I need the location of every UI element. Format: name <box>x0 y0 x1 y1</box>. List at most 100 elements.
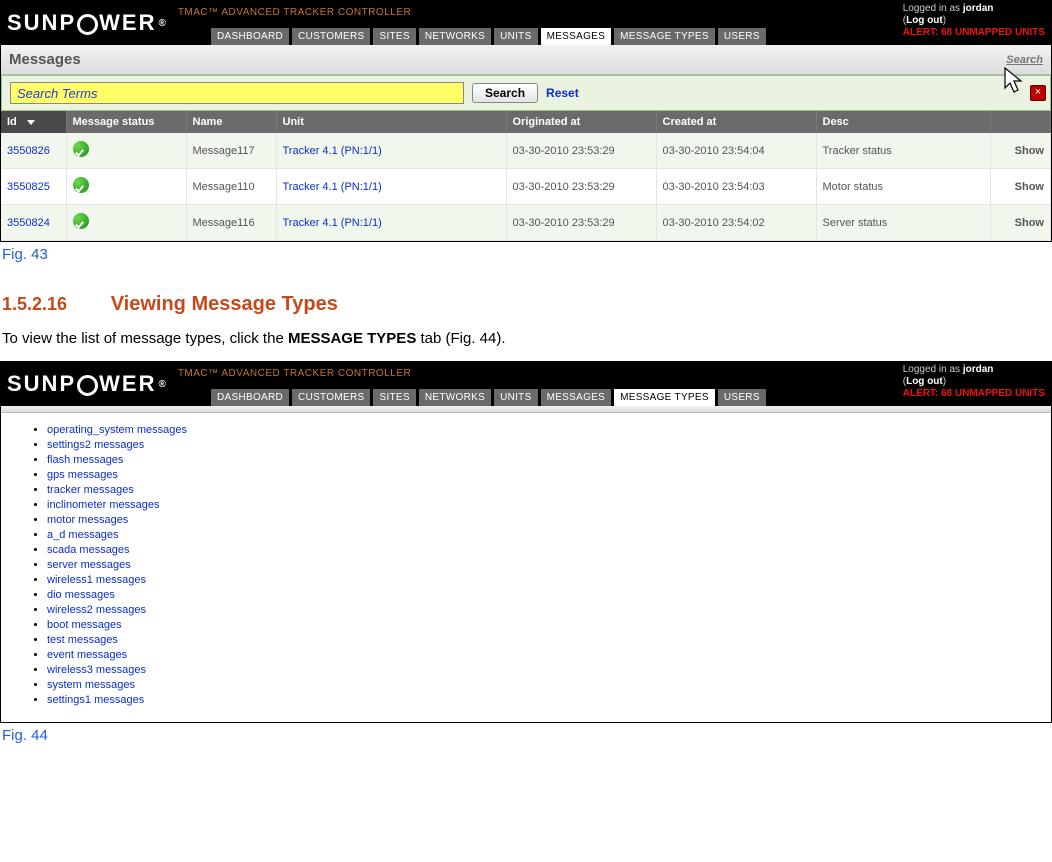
tab-dashboard[interactable]: DASHBOARD <box>211 389 289 406</box>
tab-messages[interactable]: MESSAGES <box>541 28 612 45</box>
list-item[interactable]: event messages <box>47 648 1031 663</box>
list-item[interactable]: a_d messages <box>47 528 1031 543</box>
list-item[interactable]: gps messages <box>47 468 1031 483</box>
list-item[interactable]: inclinometer messages <box>47 498 1031 513</box>
tab-customers[interactable]: CUSTOMERS <box>292 28 370 45</box>
main-nav: DASHBOARD CUSTOMERS SITES NETWORKS UNITS… <box>211 389 766 406</box>
col-id[interactable]: Id <box>1 111 66 133</box>
screenshot-message-types: SUNP WER ® TMAC™ ADVANCED TRACKER CONTRO… <box>0 361 1052 723</box>
cell-desc: Tracker status <box>816 133 991 169</box>
logged-in-text: Logged in as jordan <box>903 364 1045 376</box>
list-item[interactable]: settings1 messages <box>47 693 1031 708</box>
logout-link[interactable]: Log out <box>906 376 943 387</box>
search-button[interactable]: Search <box>472 83 538 103</box>
cell-created: 03-30-2010 23:54:04 <box>656 133 816 169</box>
list-item[interactable]: settings2 messages <box>47 438 1031 453</box>
tab-customers[interactable]: CUSTOMERS <box>292 389 370 406</box>
tab-sites[interactable]: SITES <box>373 28 415 45</box>
list-item[interactable]: wireless2 messages <box>47 603 1031 618</box>
brand-left: SUNP <box>7 371 76 397</box>
username: jordan <box>963 364 994 375</box>
logout-link[interactable]: Log out <box>906 15 943 26</box>
app-header: SUNP WER ® TMAC™ ADVANCED TRACKER CONTRO… <box>1 1 1051 45</box>
reset-link[interactable]: Reset <box>546 86 579 100</box>
search-bar: Search Reset × <box>1 75 1051 111</box>
cell-status <box>66 133 186 169</box>
panel-header: Messages Search <box>1 45 1051 75</box>
brand-logo: SUNP WER ® <box>1 1 178 45</box>
status-ok-icon <box>73 213 89 229</box>
list-item[interactable]: flash messages <box>47 453 1031 468</box>
table-row: 3550825 Message110 Tracker 4.1 (PN:1/1) … <box>1 169 1051 205</box>
divider <box>1 406 1051 413</box>
list-item[interactable]: motor messages <box>47 513 1031 528</box>
list-item[interactable]: scada messages <box>47 543 1031 558</box>
figure-caption-44: Fig. 44 <box>2 727 1052 744</box>
panel-title: Messages <box>9 51 81 68</box>
alert-text: ALERT: 68 UNMAPPED UNITS <box>903 27 1045 39</box>
cell-created: 03-30-2010 23:54:03 <box>656 169 816 205</box>
section-heading: 1.5.2.16 Viewing Message Types <box>2 293 1052 316</box>
cell-name: Message110 <box>186 169 276 205</box>
tab-units[interactable]: UNITS <box>494 28 538 45</box>
tab-dashboard[interactable]: DASHBOARD <box>211 28 289 45</box>
cell-unit[interactable]: Tracker 4.1 (PN:1/1) <box>276 205 506 241</box>
logged-in-text: Logged in as jordan <box>903 3 1045 15</box>
search-toggle-link[interactable]: Search <box>1006 54 1043 66</box>
tab-networks[interactable]: NETWORKS <box>419 28 491 45</box>
user-box: Logged in as jordan (Log out) ALERT: 68 … <box>903 3 1045 39</box>
section-title: Viewing Message Types <box>111 293 338 315</box>
user-box: Logged in as jordan (Log out) ALERT: 68 … <box>903 364 1045 400</box>
list-item[interactable]: tracker messages <box>47 483 1031 498</box>
show-link[interactable]: Show <box>991 133 1051 169</box>
list-item[interactable]: dio messages <box>47 588 1031 603</box>
section-number: 1.5.2.16 <box>2 294 67 314</box>
cell-unit[interactable]: Tracker 4.1 (PN:1/1) <box>276 133 506 169</box>
screenshot-messages: SUNP WER ® TMAC™ ADVANCED TRACKER CONTRO… <box>0 0 1052 242</box>
brand-name: SUNP WER ® <box>7 10 168 36</box>
col-unit[interactable]: Unit <box>276 111 506 133</box>
tab-messages[interactable]: MESSAGES <box>541 389 612 406</box>
status-ok-icon <box>73 177 89 193</box>
col-created[interactable]: Created at <box>656 111 816 133</box>
cell-status <box>66 169 186 205</box>
list-item[interactable]: server messages <box>47 558 1031 573</box>
tab-users[interactable]: USERS <box>718 28 766 45</box>
list-item[interactable]: wireless1 messages <box>47 573 1031 588</box>
tab-users[interactable]: USERS <box>718 389 766 406</box>
alert-text: ALERT: 68 UNMAPPED UNITS <box>903 388 1045 400</box>
table-row: 3550826 Message117 Tracker 4.1 (PN:1/1) … <box>1 133 1051 169</box>
tab-sites[interactable]: SITES <box>373 389 415 406</box>
cell-originated: 03-30-2010 23:53:29 <box>506 205 656 241</box>
tab-message-types[interactable]: MESSAGE TYPES <box>614 28 715 45</box>
show-link[interactable]: Show <box>991 169 1051 205</box>
list-item[interactable]: boot messages <box>47 618 1031 633</box>
cell-id[interactable]: 3550824 <box>1 205 66 241</box>
list-item[interactable]: wireless3 messages <box>47 663 1031 678</box>
brand-left: SUNP <box>7 10 76 36</box>
cell-status <box>66 205 186 241</box>
brand-logo: SUNP WER ® <box>1 362 178 406</box>
table-header-row: Id Message status Name Unit Originated a… <box>1 111 1051 133</box>
col-desc[interactable]: Desc <box>816 111 991 133</box>
search-input[interactable] <box>10 82 464 104</box>
tab-message-types[interactable]: MESSAGE TYPES <box>614 389 715 406</box>
col-name[interactable]: Name <box>186 111 276 133</box>
show-link[interactable]: Show <box>991 205 1051 241</box>
col-status[interactable]: Message status <box>66 111 186 133</box>
list-item[interactable]: operating_system messages <box>47 423 1031 438</box>
brand-o-icon <box>77 14 98 35</box>
cell-unit[interactable]: Tracker 4.1 (PN:1/1) <box>276 169 506 205</box>
list-item[interactable]: test messages <box>47 633 1031 648</box>
status-ok-icon <box>73 141 89 157</box>
logout-row: (Log out) <box>903 15 1045 27</box>
tab-units[interactable]: UNITS <box>494 389 538 406</box>
tab-networks[interactable]: NETWORKS <box>419 389 491 406</box>
cell-id[interactable]: 3550826 <box>1 133 66 169</box>
close-icon[interactable]: × <box>1030 85 1046 101</box>
col-originated[interactable]: Originated at <box>506 111 656 133</box>
cell-originated: 03-30-2010 23:53:29 <box>506 169 656 205</box>
cell-id[interactable]: 3550825 <box>1 169 66 205</box>
list-item[interactable]: system messages <box>47 678 1031 693</box>
table-row: 3550824 Message116 Tracker 4.1 (PN:1/1) … <box>1 205 1051 241</box>
